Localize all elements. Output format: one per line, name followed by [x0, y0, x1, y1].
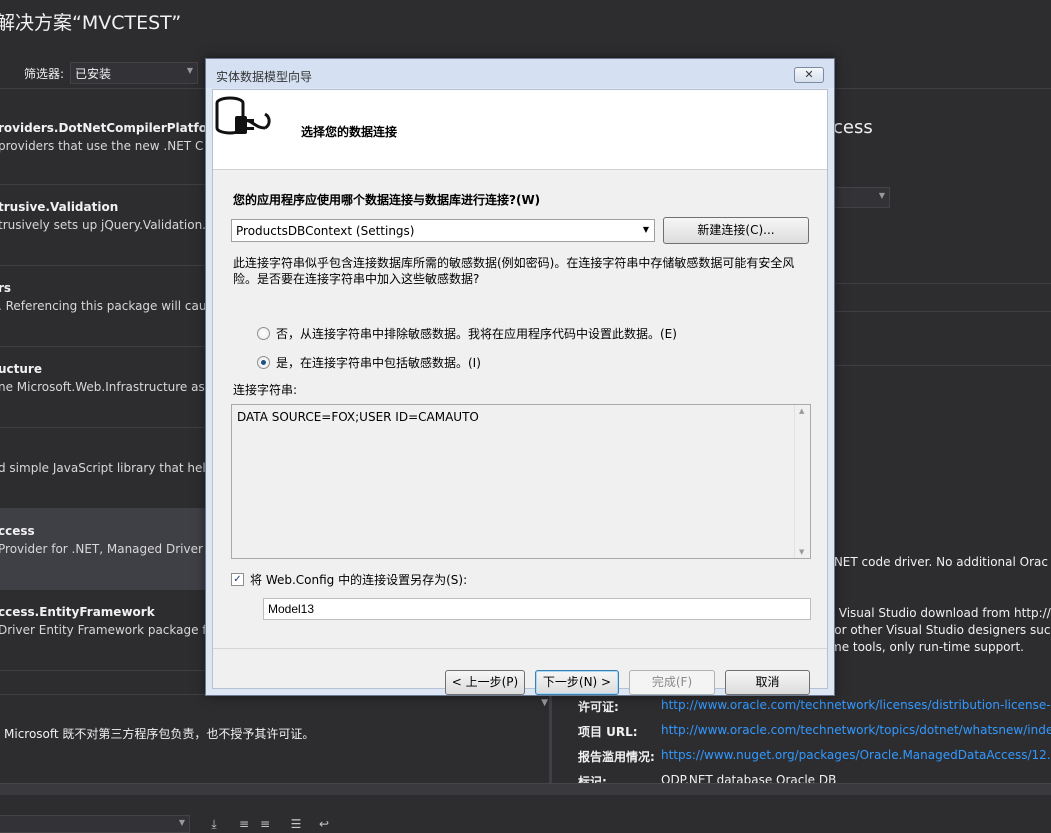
wizard-header: 选择您的数据连接 — [213, 90, 827, 170]
connection-string-label: 连接字符串: — [233, 383, 298, 397]
package-list: roviders.DotNetCompilerPlatform provider… — [0, 106, 205, 671]
scroll-down-icon[interactable]: ▼ — [799, 548, 804, 556]
dialog-body: 选择您的数据连接 您的应用程序应使用哪个数据连接与数据库进行连接?(W) Pro… — [212, 89, 828, 695]
package-desc: Driver Entity Framework package f — [0, 623, 205, 637]
save-connection-checkbox[interactable]: ✓ — [231, 573, 244, 586]
save-connection-row[interactable]: ✓ 将 Web.Config 中的连接设置另存为(S): — [231, 571, 467, 588]
scroll-up-icon[interactable]: ▲ — [799, 407, 804, 415]
project-url-link[interactable]: http://www.oracle.com/technetwork/topics… — [661, 723, 1051, 740]
report-abuse-label: 报告滥用情况: — [578, 750, 655, 764]
chevron-down-icon: ▼ — [642, 225, 649, 234]
package-detail-title: cess — [833, 117, 873, 138]
package-item[interactable]: trusive.Validation trusively sets up jQu… — [0, 185, 205, 266]
filter-select[interactable]: 已安装 ▼ — [70, 62, 199, 84]
wizard-heading: 选择您的数据连接 — [301, 125, 398, 139]
cancel-button[interactable]: 取消 — [725, 670, 810, 695]
next-button[interactable]: 下一步(N) > — [535, 670, 619, 695]
package-desc: . Referencing this package will caus — [0, 299, 205, 313]
horizontal-scrollbar[interactable] — [0, 783, 1051, 795]
project-url-row: 项目 URL: http://www.oracle.com/technetwor… — [578, 723, 1051, 740]
package-description: r Visual Studio download from http:// — [830, 606, 1051, 620]
sensitive-data-warning: 此连接字符串似乎包含连接数据库所需的敏感数据(例如密码)。在连接字符串中存储敏感… — [233, 256, 795, 286]
package-desc: d simple JavaScript library that help — [0, 461, 205, 475]
vertical-scrollbar[interactable]: ▲ ▼ — [794, 405, 810, 558]
package-item[interactable]: d simple JavaScript library that help — [0, 428, 205, 509]
radio-include-label: 是，在连接字符串中包括敏感数据。(I) — [276, 356, 481, 370]
package-description: me tools, only run-time support. — [830, 640, 1024, 654]
chevron-down-icon: ▼ — [186, 66, 194, 75]
package-name: roviders.DotNetCompilerPlatform — [0, 121, 205, 135]
dialog-title: 实体数据模型向导 — [216, 70, 313, 84]
disclaimer-text: Microsoft 既不对第三方程序包负责，也不授予其许可证。 — [4, 727, 315, 741]
package-item-selected[interactable]: ccess Provider for .NET, Managed Driver — [0, 509, 205, 590]
package-desc: trusively sets up jQuery.Validation. — [0, 218, 205, 232]
divider — [833, 365, 1051, 366]
new-connection-button[interactable]: 新建连接(C)... — [663, 217, 809, 244]
previous-button[interactable]: < 上一步(P) — [445, 670, 525, 695]
entity-data-model-wizard: 实体数据模型向导 ✕ 选择您的数据连接 您的应用程序应使用哪个数据连接与数据库进… — [205, 58, 835, 696]
outdent-icon[interactable]: ≡ — [257, 816, 273, 832]
report-abuse-link[interactable]: https://www.nuget.org/packages/Oracle.Ma… — [661, 748, 1051, 765]
package-name: rs — [0, 281, 12, 295]
package-desc: Provider for .NET, Managed Driver — [0, 542, 203, 556]
package-desc: providers that use the new .NET C — [0, 139, 204, 153]
package-item[interactable]: ucture ne Microsoft.Web.Infrastructure a… — [0, 347, 205, 428]
word-wrap-icon[interactable]: ↩ — [316, 816, 332, 832]
output-source-select[interactable]: ▼ — [0, 815, 190, 833]
chevron-down-icon[interactable]: ▼ — [541, 698, 548, 708]
filter-value: 已安装 — [75, 67, 112, 81]
divider — [833, 311, 1051, 312]
clear-all-icon[interactable]: ☰ — [288, 816, 304, 832]
solution-title: 解决方案“MVCTEST” — [0, 12, 182, 34]
close-icon: ✕ — [804, 68, 814, 81]
license-row: 许可证: http://www.oracle.com/technetwork/l… — [578, 698, 1051, 715]
chevron-down-icon: ▼ — [178, 818, 185, 827]
dialog-titlebar[interactable]: 实体数据模型向导 ✕ — [206, 59, 834, 88]
report-abuse-row: 报告滥用情况: https://www.nuget.org/packages/O… — [578, 748, 1051, 765]
connection-string-value: DATA SOURCE=FOX;USER ID=CAMAUTO — [237, 410, 479, 424]
license-link[interactable]: http://www.oracle.com/technetwork/licens… — [661, 698, 1051, 715]
version-select[interactable]: ▼ — [833, 187, 890, 208]
close-button[interactable]: ✕ — [794, 67, 824, 83]
connection-name-input[interactable] — [263, 598, 811, 620]
indent-icon[interactable]: ≡ — [236, 816, 252, 832]
package-item[interactable]: ccess.EntityFramework Driver Entity Fram… — [0, 590, 205, 671]
radio-button[interactable] — [257, 327, 270, 340]
connection-select[interactable]: ProductsDBContext (Settings) ▼ — [231, 219, 655, 242]
radio-exclude-label: 否，从连接字符串中排除敏感数据。我将在应用程序代码中设置此数据。(E) — [276, 327, 677, 341]
divider — [833, 283, 1051, 284]
finish-button[interactable]: 完成(F) — [629, 670, 715, 695]
connection-question-label: 您的应用程序应使用哪个数据连接与数据库进行连接?(W) — [233, 193, 541, 207]
footer-divider — [213, 648, 827, 649]
radio-exclude-sensitive[interactable]: 否，从连接字符串中排除敏感数据。我将在应用程序代码中设置此数据。(E) — [257, 325, 677, 342]
package-name: ccess.EntityFramework — [0, 605, 155, 619]
package-description: .NET code driver. No additional Orac — [830, 555, 1048, 569]
chevron-down-icon: ▼ — [878, 191, 885, 200]
radio-include-sensitive[interactable]: 是，在连接字符串中包括敏感数据。(I) — [257, 354, 481, 371]
find-icon[interactable]: ⤓ — [206, 816, 222, 832]
database-plug-icon — [215, 96, 271, 135]
bottom-toolbar: ▼ ⤓ ≡ ≡ ☰ ↩ — [0, 812, 1051, 833]
package-item[interactable]: rs . Referencing this package will caus — [0, 266, 205, 347]
connection-select-value: ProductsDBContext (Settings) — [236, 224, 415, 238]
filter-label: 筛选器: — [24, 66, 65, 81]
radio-button-checked[interactable] — [257, 356, 270, 369]
pane-splitter[interactable] — [549, 688, 552, 783]
list-footer-bar: ▼ — [0, 694, 550, 712]
project-url-label: 项目 URL: — [578, 725, 638, 739]
save-connection-label: 将 Web.Config 中的连接设置另存为(S): — [250, 573, 468, 587]
connection-string-textarea[interactable]: DATA SOURCE=FOX;USER ID=CAMAUTO ▲ ▼ — [231, 404, 811, 559]
package-name: trusive.Validation — [0, 200, 119, 214]
package-desc: ne Microsoft.Web.Infrastructure ass — [0, 380, 205, 394]
package-name: ucture — [0, 362, 42, 376]
filter-row: 筛选器: 已安装 ▼ — [24, 62, 199, 84]
package-description: for other Visual Studio designers such — [830, 623, 1051, 637]
package-name: ccess — [0, 524, 35, 538]
package-item[interactable]: roviders.DotNetCompilerPlatform provider… — [0, 106, 205, 185]
license-label: 许可证: — [578, 700, 619, 714]
